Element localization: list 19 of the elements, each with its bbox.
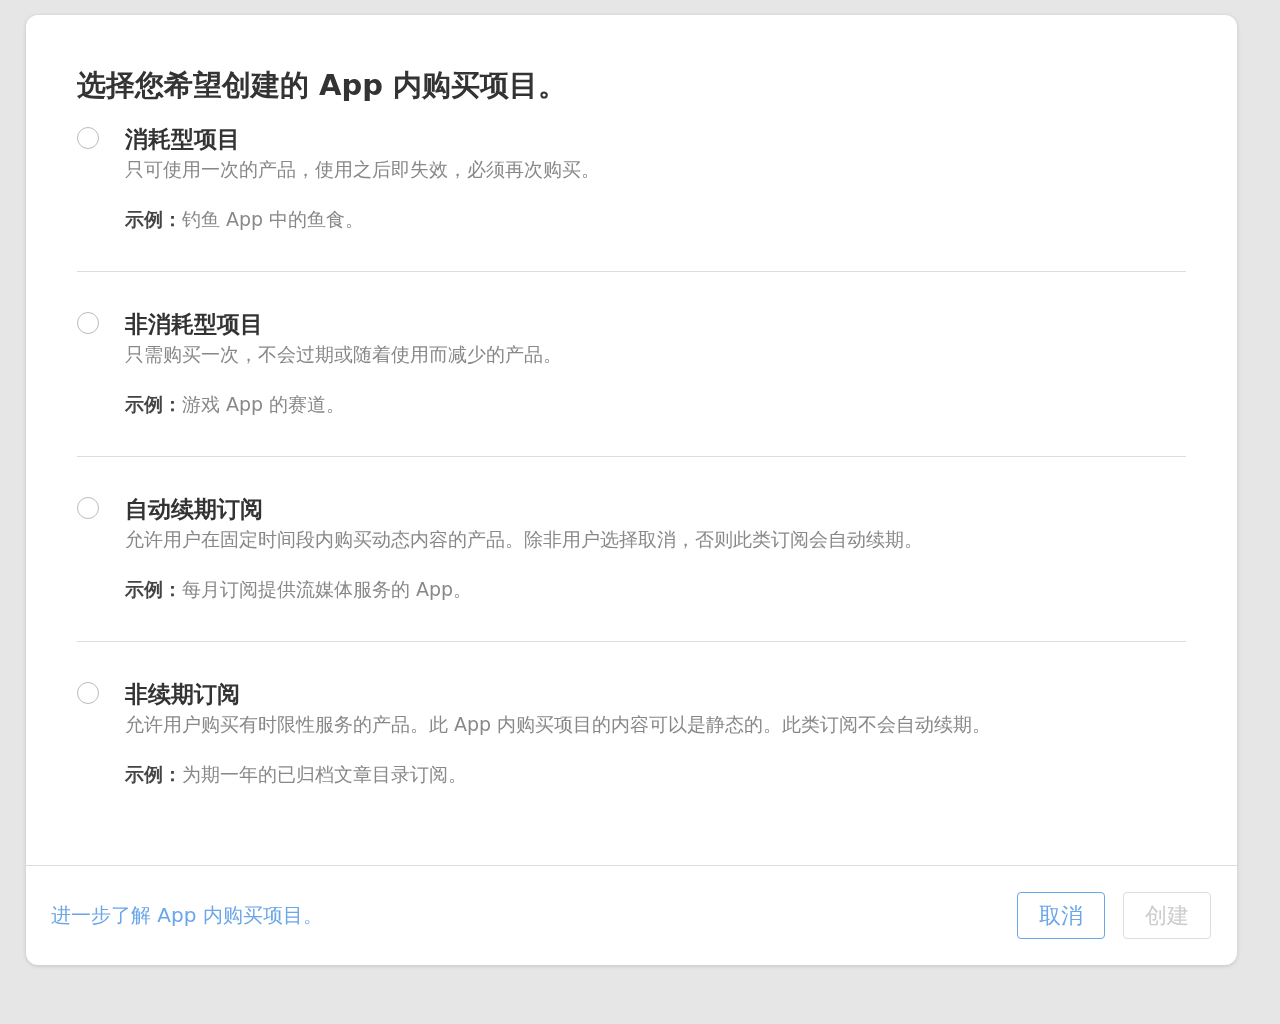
option-label: 非续期订阅: [125, 680, 241, 708]
cancel-button[interactable]: 取消: [1017, 892, 1105, 939]
option-example: 示例：为期一年的已归档文章目录订阅。: [125, 762, 468, 787]
learn-more-link[interactable]: 进一步了解 App 内购买项目。: [51, 902, 323, 929]
option-label: 自动续期订阅: [125, 495, 264, 523]
option-example: 示例：每月订阅提供流媒体服务的 App。: [125, 577, 474, 602]
option-description: 允许用户在固定时间段内购买动态内容的产品。除非用户选择取消，否则此类订阅会自动续期。: [125, 527, 923, 552]
option-example: 示例：钓鱼 App 中的鱼食。: [125, 207, 366, 232]
radio-button[interactable]: [77, 497, 99, 519]
option-description: 只需购买一次，不会过期或随着使用而减少的产品。: [125, 342, 562, 367]
radio-button[interactable]: [77, 682, 99, 704]
radio-button[interactable]: [77, 312, 99, 334]
option-example: 示例：游戏 App 的赛道。: [125, 392, 347, 417]
dialog-title: 选择您希望创建的 App 内购买项目。: [77, 67, 569, 104]
option-description: 只可使用一次的产品，使用之后即失效，必须再次购买。: [125, 157, 600, 182]
option-label: 消耗型项目: [125, 125, 241, 153]
option-description: 允许用户购买有时限性服务的产品。此 App 内购买项目的内容可以是静态的。此类订阅不会自动续期。: [125, 712, 992, 737]
option-label: 非消耗型项目: [125, 310, 264, 338]
radio-button[interactable]: [77, 127, 99, 149]
